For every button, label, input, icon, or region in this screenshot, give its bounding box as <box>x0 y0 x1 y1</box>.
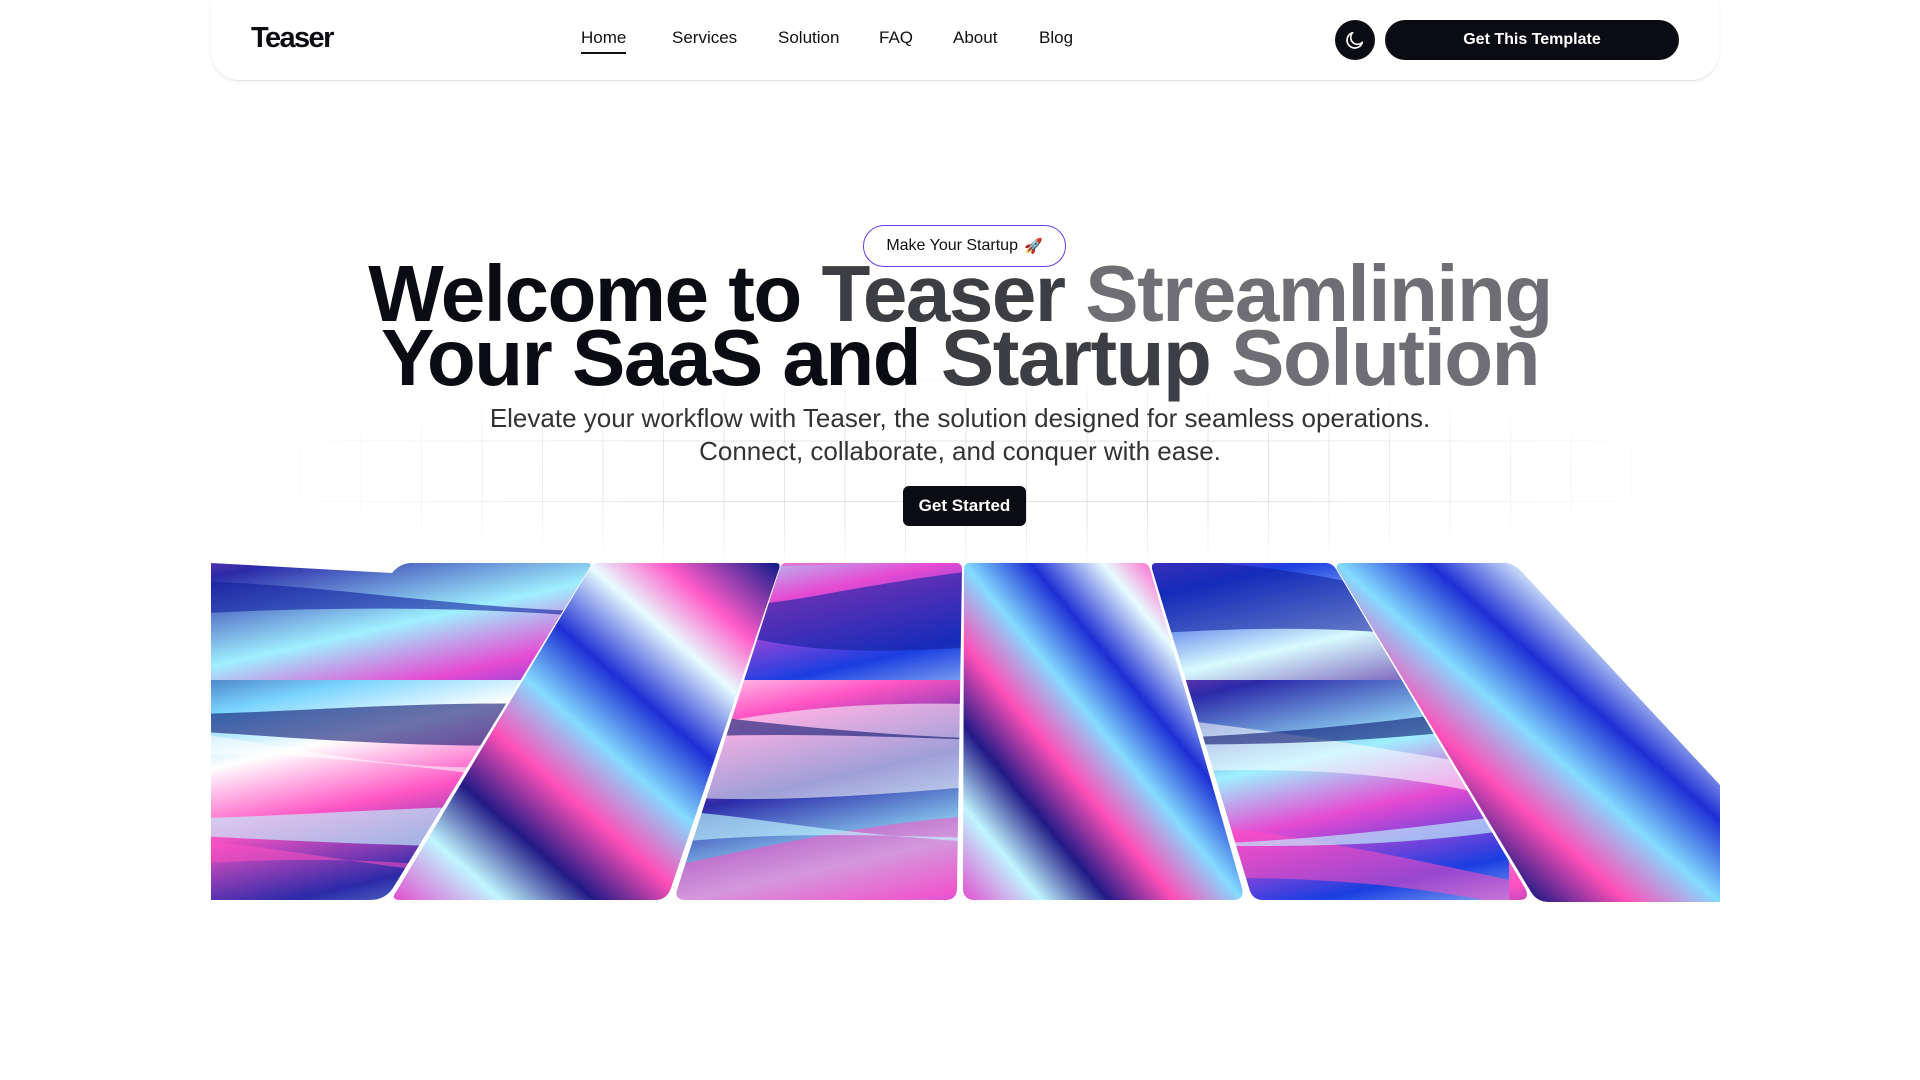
hero-visual <box>211 563 1720 902</box>
